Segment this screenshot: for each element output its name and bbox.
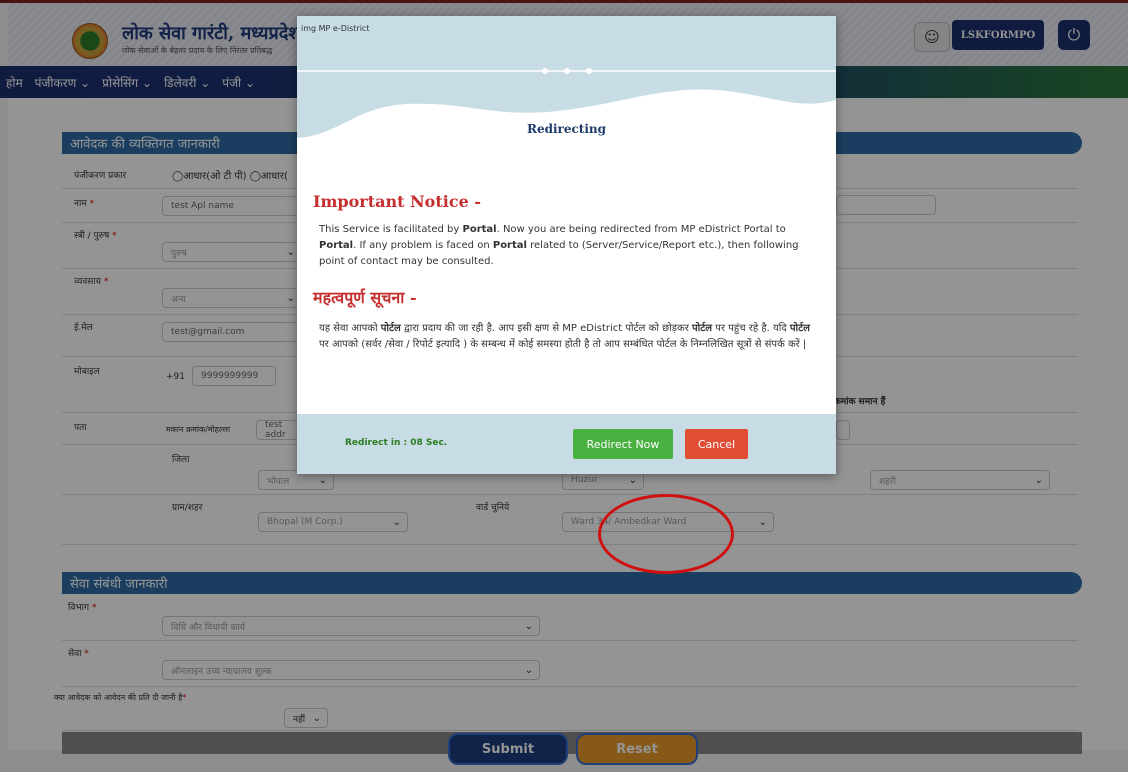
redirect-modal: img MP e-District Redirecting Important … xyxy=(297,16,836,474)
annotation-circle xyxy=(598,494,734,574)
notice-body-hi: यह सेवा आपको पोर्टल द्वारा प्रदाय की जा … xyxy=(319,323,810,350)
redirect-now-button[interactable]: Redirect Now xyxy=(573,429,673,459)
broken-image-placeholder: img MP e-District xyxy=(301,24,370,33)
notice-title-en: Important Notice - xyxy=(313,192,481,211)
modal-footer: Redirect in : 08 Sec. Redirect Now Cance… xyxy=(297,414,836,474)
cancel-button[interactable]: Cancel xyxy=(685,429,748,459)
notice-body-en: This Service is facilitated by Portal. N… xyxy=(319,224,799,267)
redirect-countdown: Redirect in : 08 Sec. xyxy=(345,438,448,448)
modal-heading: Redirecting xyxy=(526,122,607,136)
notice-title-hi: महत्वपूर्ण सूचना - xyxy=(313,288,417,307)
